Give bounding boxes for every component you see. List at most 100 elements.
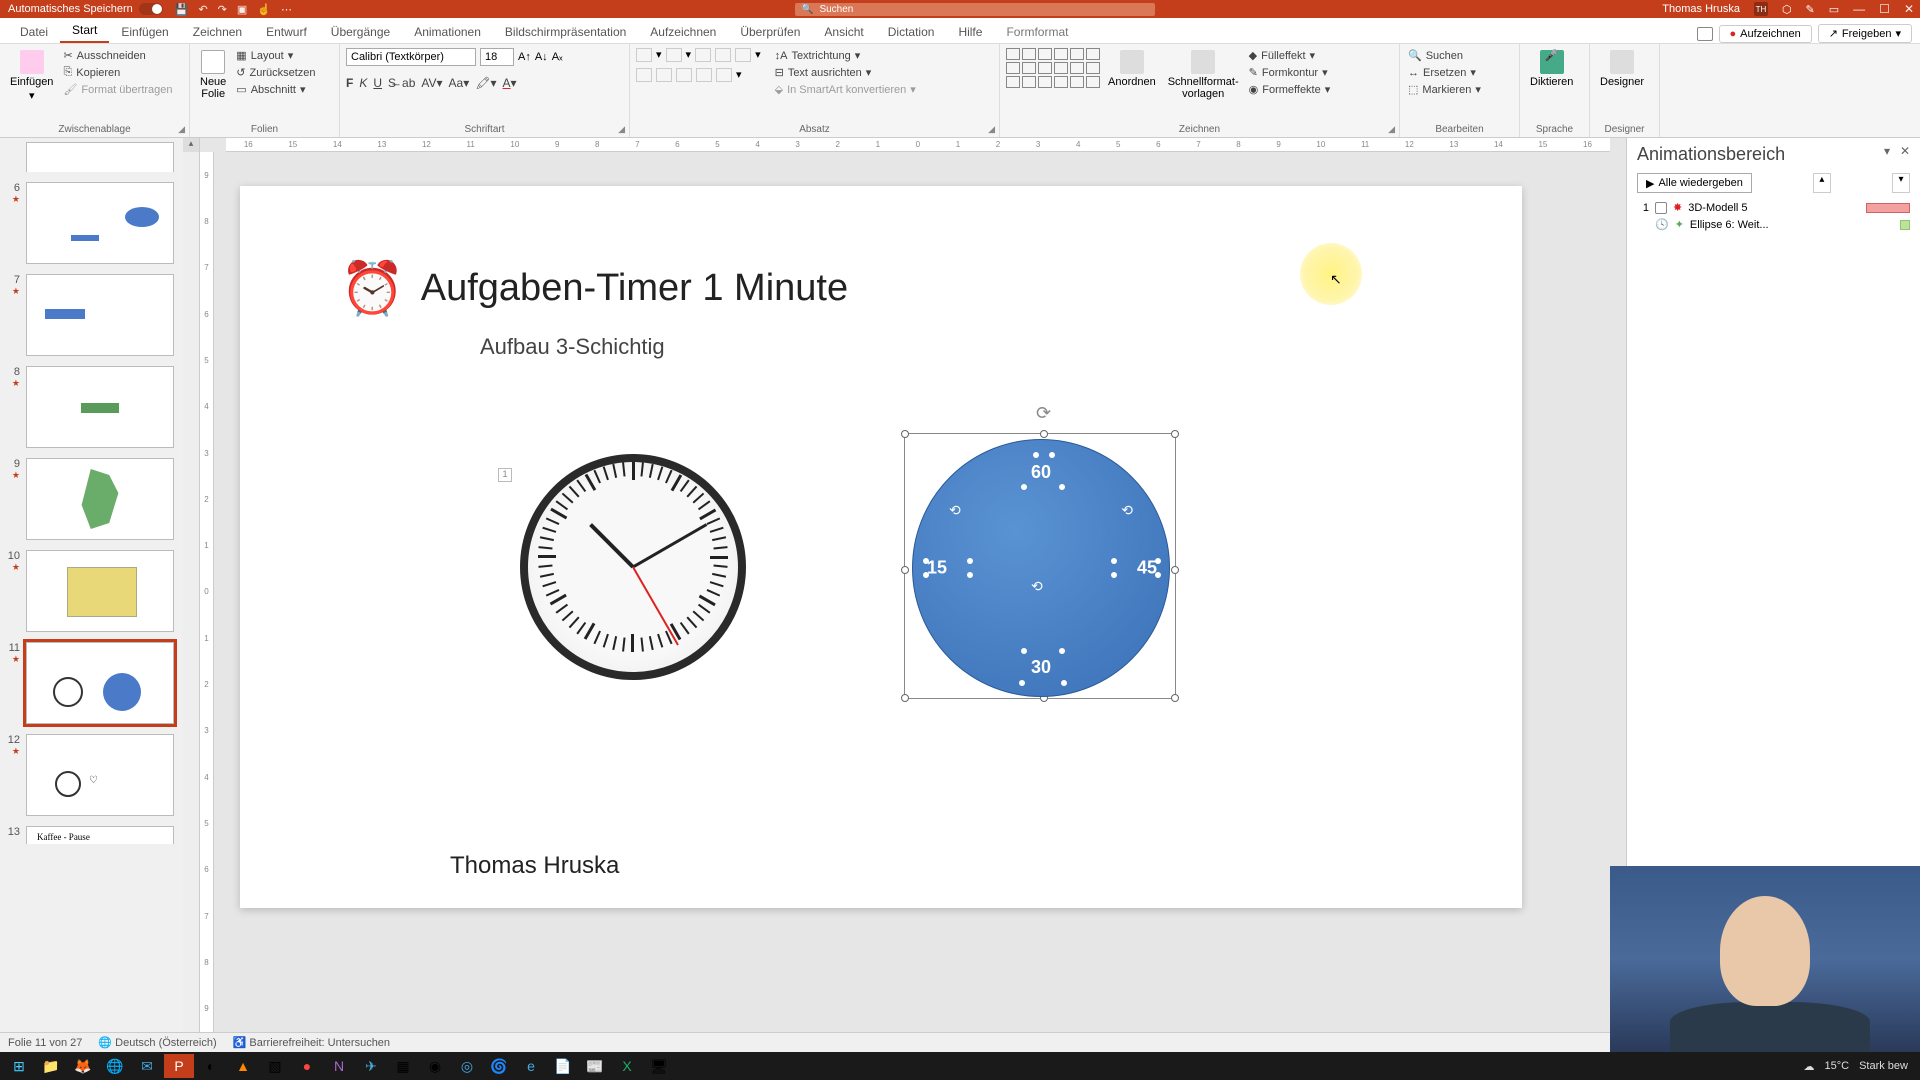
indent-dec-icon[interactable] <box>695 48 711 62</box>
sub-rotate-icon[interactable]: ⟲ <box>949 502 961 519</box>
columns-icon[interactable] <box>716 68 732 82</box>
select-button[interactable]: ⬚Markieren▾ <box>1406 82 1483 97</box>
blue-circle-shape[interactable]: 60 45 30 15 ⟲ ⟲ ⟲ <box>912 439 1170 697</box>
save-icon[interactable]: 💾 <box>175 3 189 16</box>
close-button[interactable]: ✕ <box>1904 2 1914 16</box>
app-icon[interactable]: ◎ <box>452 1054 482 1078</box>
effects-button[interactable]: ◉Formeffekte▾ <box>1247 82 1333 97</box>
tab-einfuegen[interactable]: Einfügen <box>109 21 180 43</box>
quick-styles-button[interactable]: Schnellformat- vorlagen <box>1164 48 1243 102</box>
align-right-icon[interactable] <box>676 68 692 82</box>
undo-icon[interactable]: ↶ <box>198 3 207 16</box>
paste-button[interactable]: Einfügen▾ <box>6 48 57 104</box>
resize-handle[interactable] <box>1171 694 1179 702</box>
scroll-up-icon[interactable]: ▴ <box>183 138 199 152</box>
slide-thumbnail-13[interactable]: 13Kaffee - Pause <box>4 826 179 844</box>
timeline-bar[interactable] <box>1900 220 1910 230</box>
outlook-icon[interactable]: ✉ <box>132 1054 162 1078</box>
record-button[interactable]: ●Aufzeichnen <box>1719 25 1812 43</box>
user-name[interactable]: Thomas Hruska <box>1662 3 1740 15</box>
autosave-switch[interactable] <box>139 3 163 15</box>
smartart-button[interactable]: ⬙In SmartArt konvertieren▾ <box>773 82 918 97</box>
share-button[interactable]: ↗Freigeben▾ <box>1818 24 1912 43</box>
copy-button[interactable]: ⎘Kopieren <box>61 65 174 80</box>
app-icon[interactable]: ▧ <box>260 1054 290 1078</box>
weather-icon[interactable]: ☁ <box>1804 1060 1815 1073</box>
tab-aufzeichnen[interactable]: Aufzeichnen <box>638 21 728 43</box>
start-button[interactable]: ⊞ <box>4 1054 34 1078</box>
collapse-icon[interactable]: ▾ <box>1884 144 1890 158</box>
ribbon-options-icon[interactable]: ▭ <box>1829 3 1839 16</box>
designer-button[interactable]: Designer <box>1596 48 1648 90</box>
tab-bildschirm[interactable]: Bildschirmpräsentation <box>493 21 638 43</box>
accessibility-status[interactable]: ♿ Barrierefreiheit: Untersuchen <box>233 1036 390 1049</box>
bold-button[interactable]: F <box>346 76 353 90</box>
dialog-launcher-icon[interactable]: ◢ <box>1388 124 1395 135</box>
align-left-icon[interactable] <box>636 68 652 82</box>
blue-circle-group-selected[interactable]: ⟳ 60 45 30 15 ⟲ ⟲ ⟲ <box>908 411 1176 679</box>
font-size-combo[interactable]: 18 <box>480 48 514 66</box>
app-icon[interactable]: 🖥 <box>644 1054 674 1078</box>
shadow-button[interactable]: ab <box>402 76 415 90</box>
close-pane-icon[interactable]: ✕ <box>1900 144 1910 158</box>
find-button[interactable]: 🔍Suchen <box>1406 48 1483 63</box>
resize-handle[interactable] <box>901 566 909 574</box>
tab-entwurf[interactable]: Entwurf <box>254 21 319 43</box>
grow-font-icon[interactable]: A↑ <box>518 51 531 63</box>
layout-button[interactable]: ▦Layout▾ <box>234 48 317 63</box>
align-center-icon[interactable] <box>656 68 672 82</box>
text-align-button[interactable]: ⊟Text ausrichten▾ <box>773 65 918 80</box>
align-justify-icon[interactable] <box>696 68 712 82</box>
dictate-button[interactable]: 🎤Diktieren <box>1526 48 1577 90</box>
indent-inc-icon[interactable] <box>715 48 731 62</box>
obs-icon[interactable]: ◉ <box>420 1054 450 1078</box>
slide-thumbnail-9[interactable]: 9★ <box>4 458 179 540</box>
resize-handle[interactable] <box>1171 430 1179 438</box>
underline-button[interactable]: U <box>373 76 382 90</box>
user-badge[interactable]: TH <box>1754 2 1768 16</box>
tab-ansicht[interactable]: Ansicht <box>812 21 875 43</box>
tab-uebergaenge[interactable]: Übergänge <box>319 21 402 43</box>
replace-button[interactable]: ↔Ersetzen▾ <box>1406 65 1483 80</box>
cloud-icon[interactable]: ⬡ <box>1782 3 1792 16</box>
app-icon[interactable]: 🌀 <box>484 1054 514 1078</box>
play-all-button[interactable]: ▶Alle wiedergeben <box>1637 173 1752 193</box>
app-icon[interactable]: 📰 <box>580 1054 610 1078</box>
reset-button[interactable]: ↺Zurücksetzen <box>234 65 317 80</box>
explorer-icon[interactable]: 📁 <box>36 1054 66 1078</box>
bullets-icon[interactable] <box>636 48 652 62</box>
language-status[interactable]: 🌐 Deutsch (Österreich) <box>98 1036 216 1049</box>
timeline-bar[interactable] <box>1866 203 1910 213</box>
firefox-icon[interactable]: 🦊 <box>68 1054 98 1078</box>
slide-title[interactable]: ⏰ Aufgaben-Timer 1 Minute <box>340 258 848 319</box>
system-tray[interactable]: ☁ 15°C Stark bew <box>1804 1060 1917 1073</box>
slide-thumbnail-5-partial[interactable] <box>4 142 179 172</box>
thumbnail-scrollbar[interactable]: ▴ ▾ <box>183 138 199 1048</box>
comments-icon[interactable] <box>1697 27 1713 41</box>
shapes-gallery[interactable] <box>1006 48 1100 88</box>
redo-icon[interactable]: ↷ <box>218 3 227 16</box>
app-icon[interactable]: ● <box>292 1054 322 1078</box>
sub-rotate-icon[interactable]: ⟲ <box>1031 578 1043 595</box>
fill-button[interactable]: ◆Fülleffekt▾ <box>1247 48 1333 63</box>
resize-handle[interactable] <box>1171 566 1179 574</box>
tab-ueberpruefen[interactable]: Überprüfen <box>728 21 812 43</box>
highlight-button[interactable]: 🖍▾ <box>475 76 496 90</box>
vlc-icon[interactable]: ▲ <box>228 1054 258 1078</box>
notepad-icon[interactable]: 📄 <box>548 1054 578 1078</box>
slide-thumbnail-12[interactable]: 12★♡ <box>4 734 179 816</box>
slide-thumbnail-6[interactable]: 6★ <box>4 182 179 264</box>
outline-button[interactable]: ✎Formkontur▾ <box>1247 65 1333 80</box>
shrink-font-icon[interactable]: A↓ <box>535 51 548 63</box>
resize-handle[interactable] <box>901 430 909 438</box>
clear-format-icon[interactable]: Aₓ <box>552 51 563 63</box>
autosave-toggle[interactable]: Automatisches Speichern <box>8 3 163 15</box>
dialog-launcher-icon[interactable]: ◢ <box>618 124 625 135</box>
sub-rotate-icon[interactable]: ⟲ <box>1121 502 1133 519</box>
line-spacing-icon[interactable] <box>735 48 751 62</box>
animation-item-1[interactable]: 1 ✸ 3D-Modell 5 <box>1637 199 1910 216</box>
pen-icon[interactable]: ✎ <box>1806 3 1815 16</box>
slide-canvas[interactable]: 1615141312111098765432101234567891011121… <box>200 138 1626 1048</box>
tab-datei[interactable]: Datei <box>8 21 60 43</box>
minimize-button[interactable]: — <box>1853 2 1865 16</box>
